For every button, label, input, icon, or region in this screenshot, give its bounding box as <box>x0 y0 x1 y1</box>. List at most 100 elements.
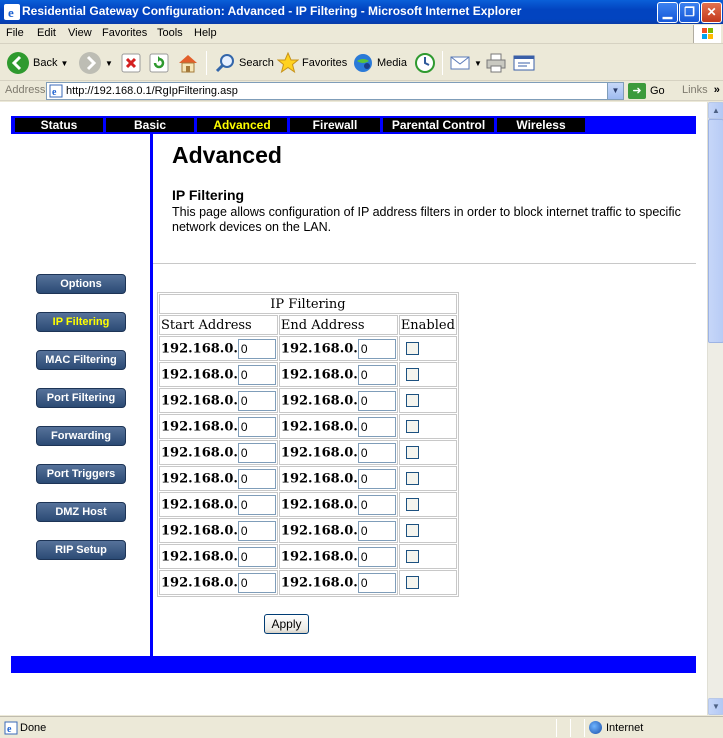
menu-favorites[interactable]: Favorites <box>102 27 147 39</box>
enabled-checkbox[interactable] <box>405 394 419 407</box>
scroll-up-icon[interactable]: ▲ <box>708 102 723 119</box>
start-address-input[interactable] <box>237 338 276 359</box>
sidebar-item-port-triggers[interactable]: Port Triggers <box>36 464 126 484</box>
menu-help[interactable]: Help <box>194 27 217 39</box>
start-address-prefix: 192.168.0. <box>161 393 238 408</box>
close-button[interactable]: ✕ <box>701 2 722 23</box>
enabled-cell <box>398 518 457 543</box>
end-address-input[interactable] <box>357 416 396 437</box>
start-address-input[interactable] <box>237 494 276 515</box>
start-address-input[interactable] <box>237 572 276 593</box>
nav-tab-parental-control[interactable]: Parental Control <box>383 118 494 132</box>
sidebar-item-port-filtering[interactable]: Port Filtering <box>36 388 126 408</box>
print-button[interactable] <box>485 49 507 77</box>
status-divider <box>570 719 571 737</box>
minimize-button[interactable]: ▁ <box>657 2 678 23</box>
nav-tab-firewall[interactable]: Firewall <box>290 118 380 132</box>
end-address-prefix: 192.168.0. <box>280 471 358 486</box>
nav-tab-basic[interactable]: Basic <box>106 118 194 132</box>
end-address-input[interactable] <box>357 390 396 411</box>
end-address-cell: 192.168.0. <box>278 570 398 595</box>
chevron-right-icon: » <box>713 84 720 96</box>
start-address-input[interactable] <box>237 416 276 437</box>
start-address-input[interactable] <box>237 364 276 385</box>
start-address-input[interactable] <box>237 520 276 541</box>
home-button[interactable] <box>176 49 200 77</box>
end-address-input[interactable] <box>357 572 396 593</box>
history-button[interactable] <box>414 49 436 77</box>
status-text: Done <box>20 722 47 734</box>
start-address-input[interactable] <box>237 546 276 567</box>
forward-button[interactable]: ▼ <box>78 49 113 77</box>
end-address-input[interactable] <box>357 338 396 359</box>
vertical-scrollbar[interactable]: ▲ ▼ <box>707 102 723 715</box>
table-row: 192.168.0. 192.168.0. <box>159 518 457 543</box>
end-address-prefix: 192.168.0. <box>280 393 358 408</box>
forward-dropdown-icon[interactable]: ▼ <box>105 59 113 68</box>
sidebar-item-options[interactable]: Options <box>36 274 126 294</box>
favorites-button[interactable]: Favorites <box>277 49 347 77</box>
nav-tab-wireless[interactable]: Wireless <box>497 118 585 132</box>
start-address-input[interactable] <box>237 442 276 463</box>
go-button[interactable]: ➜ Go <box>628 82 665 100</box>
enabled-cell <box>398 388 457 413</box>
start-address-prefix: 192.168.0. <box>161 471 238 486</box>
media-button[interactable]: Media <box>352 49 407 77</box>
links-button[interactable]: Links » <box>682 84 720 96</box>
enabled-cell <box>398 414 457 439</box>
scroll-down-icon[interactable]: ▼ <box>708 698 723 715</box>
mail-button[interactable]: ▼ <box>449 49 482 77</box>
apply-button[interactable]: Apply <box>264 614 309 634</box>
svg-text:e: e <box>7 724 12 735</box>
start-address-input[interactable] <box>237 390 276 411</box>
sidebar-item-rip-setup[interactable]: RIP Setup <box>36 540 126 560</box>
go-arrow-icon: ➜ <box>628 83 646 99</box>
end-address-cell: 192.168.0. <box>278 440 398 465</box>
enabled-checkbox[interactable] <box>405 498 419 511</box>
stop-button[interactable] <box>120 49 142 77</box>
edit-page-button[interactable] <box>512 49 536 77</box>
sidebar-item-forwarding[interactable]: Forwarding <box>36 426 126 446</box>
ip-filter-table: IP Filtering Start Address End Address E… <box>157 292 459 597</box>
menu-edit[interactable]: Edit <box>37 27 56 39</box>
favorites-label: Favorites <box>302 57 348 69</box>
column-header-start-address: Start Address <box>159 315 278 335</box>
sidebar-item-ip-filtering[interactable]: IP Filtering <box>36 312 126 332</box>
enabled-checkbox[interactable] <box>405 550 419 563</box>
start-address-input[interactable] <box>237 468 276 489</box>
maximize-button[interactable]: ❐ <box>679 2 700 23</box>
end-address-prefix: 192.168.0. <box>280 419 358 434</box>
nav-tab-status[interactable]: Status <box>15 118 103 132</box>
enabled-cell <box>398 570 457 595</box>
forward-arrow-icon <box>79 52 101 74</box>
menu-view[interactable]: View <box>68 27 92 39</box>
nav-tab-advanced[interactable]: Advanced <box>197 118 287 132</box>
sidebar-item-dmz-host[interactable]: DMZ Host <box>36 502 126 522</box>
search-button[interactable]: Search <box>214 49 274 77</box>
mail-dropdown-icon[interactable]: ▼ <box>474 59 482 68</box>
address-dropdown-icon[interactable]: ▼ <box>607 83 623 99</box>
address-input[interactable]: e http://192.168.0.1/RgIpFiltering.asp ▼ <box>46 82 624 100</box>
enabled-checkbox[interactable] <box>405 524 419 537</box>
enabled-checkbox[interactable] <box>405 472 419 485</box>
back-dropdown-icon[interactable]: ▼ <box>60 59 68 68</box>
scroll-thumb[interactable] <box>708 119 723 343</box>
end-address-input[interactable] <box>357 468 396 489</box>
end-address-input[interactable] <box>357 494 396 515</box>
enabled-checkbox[interactable] <box>405 446 419 459</box>
enabled-checkbox[interactable] <box>405 576 419 589</box>
menu-file[interactable]: File <box>6 27 24 39</box>
refresh-button[interactable] <box>148 49 170 77</box>
menu-tools[interactable]: Tools <box>157 27 183 39</box>
enabled-checkbox[interactable] <box>405 420 419 433</box>
globe-icon <box>589 721 602 734</box>
end-address-input[interactable] <box>357 546 396 567</box>
enabled-checkbox[interactable] <box>405 342 419 355</box>
enabled-checkbox[interactable] <box>405 368 419 381</box>
sidebar-item-mac-filtering[interactable]: MAC Filtering <box>36 350 126 370</box>
end-address-input[interactable] <box>357 442 396 463</box>
end-address-input[interactable] <box>357 520 396 541</box>
back-button[interactable]: Back ▼ <box>6 49 68 77</box>
end-address-cell: 192.168.0. <box>278 414 398 439</box>
end-address-input[interactable] <box>357 364 396 385</box>
